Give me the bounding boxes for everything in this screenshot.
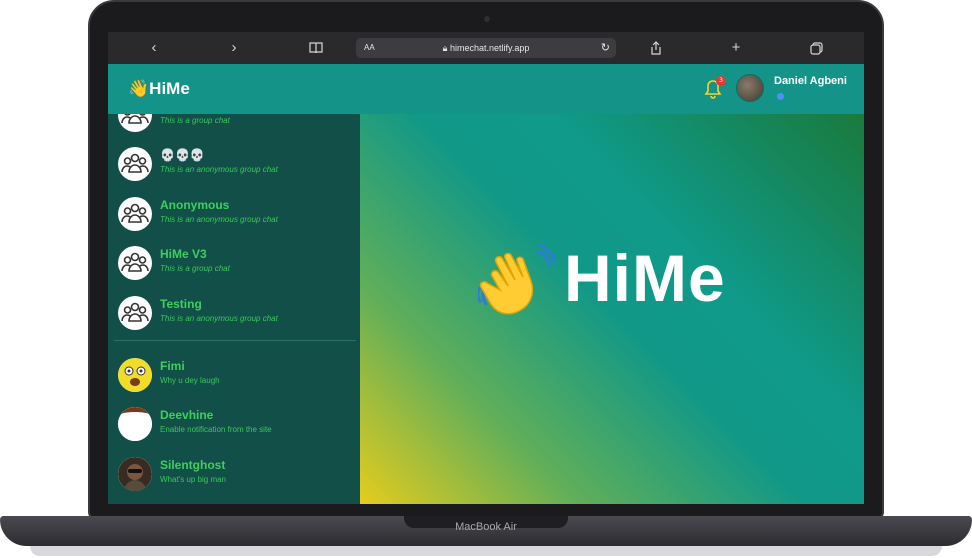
tabs-icon xyxy=(809,42,823,55)
chat-name: Testing xyxy=(160,297,202,311)
url-text: 🔒︎ himechat.netlify.app xyxy=(442,43,530,53)
chat-list-item[interactable]: Deevhine Enable notification from the sit… xyxy=(108,401,360,449)
chat-list-item[interactable]: HiMe V3 This is a group chat xyxy=(108,240,360,288)
new-tab-button[interactable]: + xyxy=(724,37,748,59)
share-icon xyxy=(651,41,661,55)
bookmarks-button[interactable] xyxy=(304,37,328,59)
url-value: himechat.netlify.app xyxy=(449,43,530,53)
book-icon xyxy=(309,42,323,54)
verified-icon xyxy=(777,93,784,100)
chat-last-message: This is an anonymous group chat xyxy=(160,165,278,174)
chat-last-message: This is an anonymous group chat xyxy=(160,314,278,323)
chat-list-item[interactable]: Anonymous This is an anonymous group chat xyxy=(108,191,360,239)
chat-list-item[interactable]: Testing This is an anonymous group chat xyxy=(108,290,360,338)
back-button[interactable]: ‹ xyxy=(142,37,166,59)
device-label: MacBook Air xyxy=(455,521,517,533)
user-name[interactable]: Daniel Agbeni xyxy=(774,75,847,87)
chat-name: Anonymous xyxy=(160,198,230,212)
avatar xyxy=(118,407,152,441)
chat-last-message: What's up big man xyxy=(160,475,227,484)
browser-toolbar: ‹ › AA 🔒︎ himechat.netlify.app ↻ + xyxy=(108,32,864,64)
waving-hand-icon xyxy=(478,244,556,315)
share-button[interactable] xyxy=(644,37,668,59)
chat-list-item[interactable]: 💀💀💀 This is an anonymous group chat xyxy=(108,141,360,189)
reload-icon[interactable]: ↻ xyxy=(601,38,610,58)
laptop-foot xyxy=(30,546,942,556)
group-icon xyxy=(118,114,152,132)
camera-icon xyxy=(484,16,490,22)
group-icon xyxy=(118,197,152,231)
chat-last-message: This is a group chat xyxy=(160,264,230,273)
chat-list-item[interactable]: Fimi Why u dey laugh xyxy=(108,352,360,400)
chat-last-message: Enable notification from the site xyxy=(160,425,272,434)
chat-name: HiMe V3 xyxy=(160,247,207,261)
group-icon xyxy=(118,296,152,330)
app-logo[interactable]: 👋HiMe xyxy=(128,79,190,99)
chat-last-message: Why u dey laugh xyxy=(160,376,220,385)
chat-list[interactable]: This is a group chat 💀💀💀 This is an anonym… xyxy=(108,114,360,504)
chat-last-message: This is a group chat xyxy=(160,116,230,125)
avatar xyxy=(118,358,152,392)
chat-list-item[interactable]: Silentghost What's up big man xyxy=(108,451,360,499)
chat-list-item[interactable]: This is a group chat xyxy=(108,114,360,140)
chat-name: 💀💀💀 xyxy=(160,148,205,162)
chat-name: Silentghost xyxy=(160,458,226,472)
notification-badge: 3 xyxy=(716,76,726,86)
user-avatar[interactable] xyxy=(736,74,764,102)
divider xyxy=(114,340,356,341)
group-icon xyxy=(118,246,152,280)
chat-name: Fimi xyxy=(160,359,185,373)
chat-last-message: This is an anonymous group chat xyxy=(160,215,278,224)
hero-title: HiMe xyxy=(564,241,726,315)
welcome-panel: HiMe xyxy=(360,114,864,504)
tabs-button[interactable] xyxy=(804,37,828,59)
avatar xyxy=(118,457,152,491)
forward-button[interactable]: › xyxy=(222,37,246,59)
logo-text: HiMe xyxy=(149,79,190,98)
group-icon xyxy=(118,147,152,181)
chat-name: Deevhine xyxy=(160,408,214,422)
screen: ‹ › AA 🔒︎ himechat.netlify.app ↻ + 👋HiMe… xyxy=(108,32,864,504)
address-bar[interactable]: AA 🔒︎ himechat.netlify.app ↻ xyxy=(356,38,616,58)
